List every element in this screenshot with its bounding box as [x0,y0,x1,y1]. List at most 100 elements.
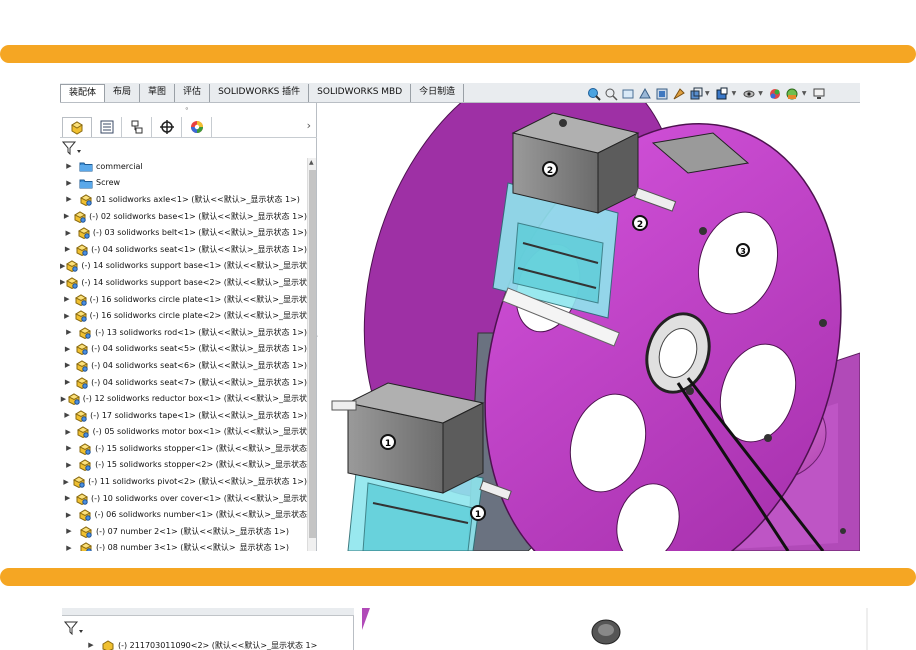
tree-item-label: (-) 07 number 2<1> (默认<<默认>_显示状态 1>) [96,526,289,536]
display-style-icon[interactable] [688,86,703,101]
configurationmanager-icon[interactable] [122,116,152,137]
filter-icon[interactable] [63,620,86,639]
tree-item[interactable]: ▶ (-) 11 solidworks pivot<2> (默认<<默认>_显示状… [60,473,307,490]
chevron-down-icon[interactable]: ▼ [758,90,763,97]
chevron-down-icon[interactable]: ▼ [732,90,737,97]
tree-item-label: 01 solidworks axle<1> (默认<<默认>_显示状态 1>) [96,194,300,204]
expand-arrow-icon[interactable]: ▶ [60,428,76,436]
zoom-area-icon[interactable] [603,86,618,101]
tree-item[interactable]: ▶ (-) 14 solidworks support base<1> (默认<<… [60,258,307,275]
chevron-right-icon[interactable]: › [307,119,311,132]
scrollbar-thumb[interactable] [309,170,316,538]
expand-arrow-icon[interactable]: ▶ [60,212,73,220]
tab-make-today[interactable]: 今日制造 [411,84,465,102]
tree-item[interactable]: ▶ (-) 04 solidworks seat<5> (默认<<默认>_显示状态… [60,341,307,358]
propertymanager-icon[interactable] [92,116,122,137]
feature-manager-tabs [62,608,354,616]
previous-view-icon[interactable] [620,86,635,101]
tree-item-label: (-) 10 solidworks over cover<1> (默认<<默认>… [91,493,307,503]
expand-arrow-icon[interactable]: ▶ [60,411,74,419]
tree-item[interactable]: ▶ (-) 16 solidworks circle plate<2> (默认<<… [60,307,307,324]
tree-item[interactable]: ▶ (-) 17 solidworks tape<1> (默认<<默认>_显示状态… [60,407,307,424]
expand-arrow-icon[interactable]: ▶ [60,395,67,403]
tree-item[interactable]: ▶ (-) 10 solidworks over cover<1> (默认<<默认… [60,490,307,507]
expand-arrow-icon[interactable]: ▶ [60,544,78,551]
tree-item[interactable]: ▶ (-) 15 solidworks stopper<1> (默认<<默认>_显… [60,440,307,457]
view-settings-icon[interactable] [785,86,800,101]
expand-arrow-icon[interactable]: ▶ [60,229,76,237]
dimxpert-icon[interactable] [152,116,182,137]
expand-arrow-icon[interactable]: ▶ [60,444,78,452]
expand-arrow-icon[interactable]: ▶ [60,478,72,486]
tab-solidworks-addins[interactable]: SOLIDWORKS 插件 [210,84,310,102]
tree-item[interactable]: ▶ 01 solidworks axle<1> (默认<<默认>_显示状态 1>) [60,191,307,208]
solidworks-window-secondary: ▶ (-) 211703011090<2> (默认<<默认>_显示状态 1> [62,608,868,650]
panel-grip[interactable]: ⚬ [184,105,190,113]
part-icon [78,458,94,472]
tree-item[interactable]: ▶ (-) 03 solidworks belt<1> (默认<<默认>_显示状态… [60,224,307,241]
tree-item-label: (-) 16 solidworks circle plate<1> (默认<<默… [89,294,307,304]
tree-item-label: (-) 11 solidworks pivot<2> (默认<<默认>_显示状态… [88,477,307,487]
hide-show-icon[interactable] [715,86,730,101]
chevron-down-icon[interactable]: ▼ [802,90,807,97]
tree-item[interactable]: ▶ (-) 06 solidworks number<1> (默认<<默认>_显示… [60,506,307,523]
expand-arrow-icon[interactable]: ▶ [60,461,78,469]
expand-arrow-icon[interactable]: ▶ [60,245,75,253]
expand-arrow-icon[interactable]: ▶ [60,312,74,320]
tree-item[interactable]: ▶ (-) 02 solidworks base<1> (默认<<默认>_显示状态… [60,208,307,225]
expand-arrow-icon[interactable]: ▶ [60,527,78,535]
magnify-icon[interactable] [586,86,601,101]
part-icon [74,408,88,422]
monitor-icon[interactable] [812,86,827,101]
dynamic-annotation-icon[interactable] [654,86,669,101]
section-view-icon[interactable] [637,86,652,101]
featuremanager-icon[interactable] [62,116,92,137]
expand-arrow-icon[interactable]: ▶ [60,345,75,353]
edit-appearance-icon[interactable] [741,86,756,101]
part-icon [73,209,87,223]
tree-item[interactable]: ▶ (-) 08 number 3<1> (默认<<默认>_显示状态 1>) [60,540,307,551]
tree-item[interactable]: ▶ (-) 15 solidworks stopper<2> (默认<<默认>_显… [60,457,307,474]
apply-scene-icon[interactable] [768,86,783,101]
expand-arrow-icon[interactable]: ▶ [82,641,100,649]
tree-folder[interactable]: ▶ commercial [60,158,307,175]
expand-arrow-icon[interactable]: ▶ [60,162,78,170]
tree-item[interactable]: ▶ (-) 07 number 2<1> (默认<<默认>_显示状态 1>) [60,523,307,540]
tree-item[interactable]: ▶ (-) 211703011090<2> (默认<<默认>_显示状态 1> [82,638,317,650]
heads-up-view-toolbar: ▼ ▼ ▼ ▼ [586,85,827,102]
tab-sketch[interactable]: 草图 [140,84,176,102]
tree-item[interactable]: ▶ (-) 04 solidworks seat<6> (默认<<默认>_显示状态… [60,357,307,374]
expand-arrow-icon[interactable]: ▶ [60,179,78,187]
tab-evaluate[interactable]: 评估 [175,84,211,102]
tree-item[interactable]: ▶ (-) 05 solidworks motor box<1> (默认<<默认>… [60,424,307,441]
tab-layout[interactable]: 布局 [105,84,141,102]
chevron-down-icon[interactable]: ▼ [705,90,710,97]
expand-arrow-icon[interactable]: ▶ [60,295,74,303]
tree-folder[interactable]: ▶ Screw [60,175,307,192]
filter-icon[interactable] [62,140,86,156]
display-manager-icon[interactable] [182,116,212,137]
tree-scrollbar[interactable]: ▲ [307,158,316,551]
graphics-viewport[interactable]: 2 2 3 1 1 [318,83,860,551]
expand-arrow-icon[interactable]: ▶ [60,494,75,502]
expand-arrow-icon[interactable]: ▶ [60,378,75,386]
tree-item[interactable]: ▶ (-) 14 solidworks support base<2> (默认<<… [60,274,307,291]
part-icon [72,475,86,489]
tree-item-label: (-) 12 solidworks reductor box<1> (默认<<默… [82,394,307,404]
expand-arrow-icon[interactable]: ▶ [60,511,77,519]
expand-arrow-icon[interactable]: ▶ [60,195,78,203]
tree-item[interactable]: ▶ (-) 04 solidworks seat<1> (默认<<默认>_显示状态… [60,241,307,258]
expand-arrow-icon[interactable]: ▶ [60,328,78,336]
tree-item[interactable]: ▶ (-) 12 solidworks reductor box<1> (默认<<… [60,390,307,407]
expand-arrow-icon[interactable]: ▶ [60,361,75,369]
tree-item[interactable]: ▶ (-) 04 solidworks seat<7> (默认<<默认>_显示状态… [60,374,307,391]
assembly-model-render [362,608,868,650]
tree-item[interactable]: ▶ (-) 16 solidworks circle plate<1> (默认<<… [60,291,307,308]
tree-item-label: (-) 05 solidworks motor box<1> (默认<<默认>_… [92,427,307,437]
tab-solidworks-mbd[interactable]: SOLIDWORKS MBD [309,84,412,102]
tree-item[interactable]: ▶ (-) 13 solidworks rod<1> (默认<<默认>_显示状态 … [60,324,307,341]
scroll-up-arrow-icon[interactable]: ▲ [309,159,314,166]
part-icon [78,441,94,455]
tab-assembly[interactable]: 装配体 [60,84,106,102]
view-orientation-icon[interactable] [671,86,686,101]
